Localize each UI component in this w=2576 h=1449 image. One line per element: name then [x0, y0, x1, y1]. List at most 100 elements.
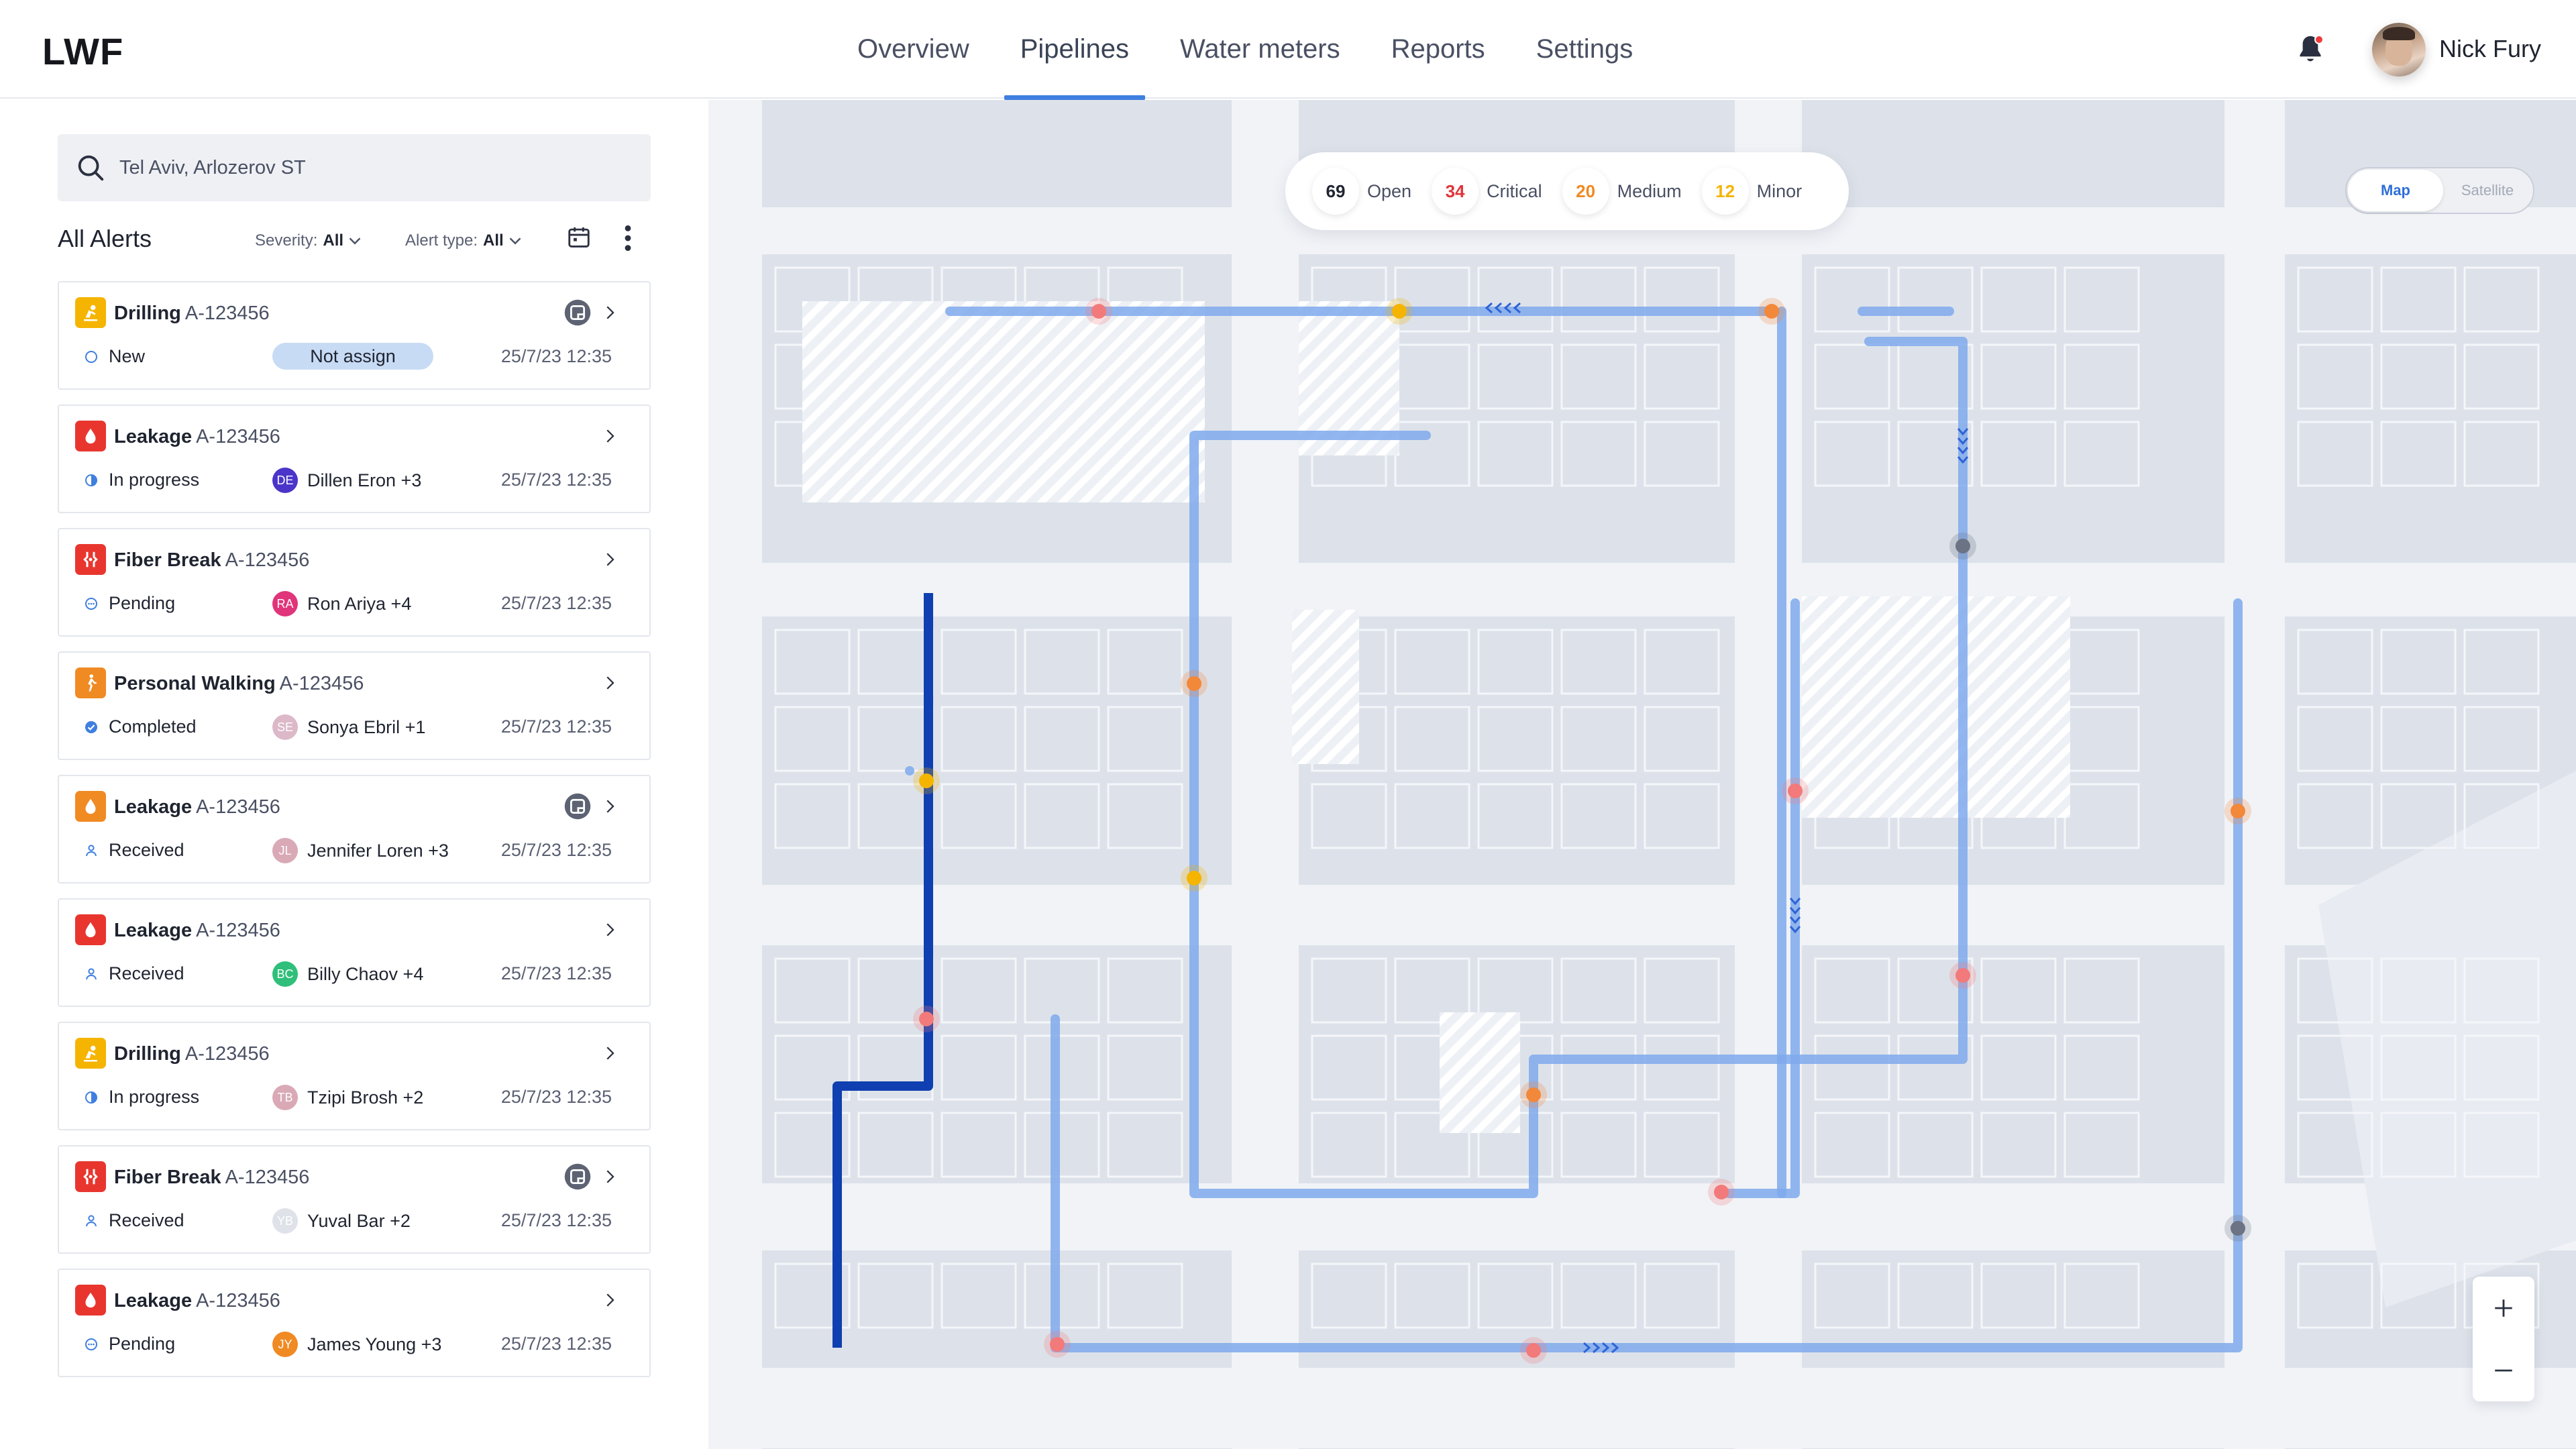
stat-minor-count: 12: [1701, 168, 1749, 215]
assignee-name: Sonya Ebril +1: [307, 716, 426, 737]
alert-card[interactable]: Leakage A-123456 In progress DE Dillen Eron …: [58, 405, 651, 513]
nav-reports[interactable]: Reports: [1366, 0, 1511, 99]
stat-medium[interactable]: 20 Medium: [1562, 168, 1682, 215]
notification-bell-icon[interactable]: [2296, 34, 2325, 66]
map-canvas[interactable]: [708, 100, 2576, 1449]
chevron-right-icon[interactable]: [600, 796, 620, 816]
minor-alert-point: [1392, 304, 1407, 319]
search-box[interactable]: [58, 134, 651, 201]
medium-alert-point: [1187, 676, 1201, 691]
alert-id: A-123456: [196, 1290, 280, 1311]
map-toggle-option[interactable]: Map: [2348, 170, 2443, 211]
nav-overview[interactable]: Overview: [832, 0, 995, 99]
alert-card[interactable]: Drilling A-123456 New Not assign 25/7/23 12:…: [58, 281, 651, 390]
map-view[interactable]: 69 Open 34 Critical 20 Medium 12 Minor M…: [708, 100, 2576, 1449]
chevron-right-icon[interactable]: [600, 1290, 620, 1310]
alert-assignee: SE Sonya Ebril +1: [272, 714, 425, 740]
alerts-sidebar: All Alerts Severity: All Alert type: All…: [0, 100, 708, 1449]
alert-id: A-123456: [184, 1043, 270, 1065]
alert-card[interactable]: Personal Walking A-123456 Completed SE Sonya…: [58, 651, 651, 760]
severity-filter-label: Severity:: [255, 231, 318, 250]
chevron-right-icon[interactable]: [600, 1043, 620, 1063]
alert-card[interactable]: Fiber Break A-123456 Pending RA Ron Ariya +4…: [58, 528, 651, 637]
more-options-icon[interactable]: [623, 223, 633, 253]
alert-assignee: YB Yuval Bar +2: [272, 1208, 411, 1234]
alert-timestamp: 25/7/23 12:35: [500, 963, 612, 983]
stat-open-count: 69: [1312, 168, 1359, 215]
alert-status-label: Received: [109, 963, 184, 983]
avatar: SE: [272, 714, 298, 740]
alert-card[interactable]: Leakage A-123456 Pending JY James Young +3 25…: [58, 1269, 651, 1377]
alert-type-filter[interactable]: Alert type: All: [405, 231, 521, 250]
construction-zone: [1292, 610, 1359, 764]
note-icon[interactable]: [564, 1163, 592, 1191]
construction-zone: [802, 301, 1205, 502]
alert-card[interactable]: Leakage A-123456 Received JL Jennifer Loren …: [58, 775, 651, 883]
alert-card[interactable]: Leakage A-123456 Received BC Billy Chaov +4 2…: [58, 898, 651, 1007]
search-icon: [78, 155, 104, 181]
nav-water-meters[interactable]: Water meters: [1155, 0, 1366, 99]
status-received-icon: [86, 967, 97, 979]
medium-alert-point: [1526, 1087, 1541, 1102]
water-drop-icon: [75, 791, 106, 822]
note-icon[interactable]: [564, 792, 592, 820]
chevron-right-icon[interactable]: [600, 549, 620, 570]
chevron-right-icon[interactable]: [600, 920, 620, 940]
water-drop-icon: [75, 421, 106, 451]
alerts-title: All Alerts: [58, 225, 152, 252]
alert-status: New: [83, 346, 145, 367]
calendar-icon[interactable]: [566, 225, 592, 250]
avatar: RA: [272, 591, 298, 616]
critical-alert-point: [919, 1012, 934, 1026]
nav-pipelines[interactable]: Pipelines: [995, 0, 1155, 100]
note-icon[interactable]: [564, 299, 592, 327]
alert-timestamp: 25/7/23 12:35: [500, 346, 612, 366]
alert-card[interactable]: Drilling A-123456 In progress TB Tzipi Brosh…: [58, 1022, 651, 1130]
avatar: YB: [272, 1208, 298, 1234]
user-avatar[interactable]: [2372, 23, 2426, 76]
stat-minor-label: Minor: [1756, 180, 1803, 201]
status-pending-icon: [85, 597, 97, 610]
nav-settings[interactable]: Settings: [1511, 0, 1659, 99]
critical-alert-point: [1526, 1343, 1541, 1358]
alert-type-label: Drilling: [114, 1043, 181, 1065]
water-drop-icon: [75, 914, 106, 945]
stat-critical[interactable]: 34 Critical: [1432, 168, 1542, 215]
status-received-icon: [86, 844, 97, 856]
construction-zone: [1440, 1012, 1520, 1133]
stat-minor[interactable]: 12 Minor: [1701, 168, 1803, 215]
alert-assignee: JY James Young +3: [272, 1332, 441, 1357]
alert-type-label: Leakage: [114, 1290, 193, 1311]
not-assigned-badge[interactable]: Not assign: [272, 343, 433, 370]
chevron-right-icon[interactable]: [600, 303, 620, 323]
search-input[interactable]: [119, 156, 629, 179]
alert-title: Personal Walking A-123456: [114, 673, 364, 695]
chevron-right-icon[interactable]: [600, 426, 620, 446]
water-drop-icon: [75, 1285, 106, 1316]
alert-type-label: Personal Walking: [114, 673, 276, 694]
alert-status: Received: [83, 1210, 184, 1231]
chevron-right-icon[interactable]: [600, 673, 620, 693]
chevron-right-icon[interactable]: [600, 1167, 620, 1187]
status-new-icon: [85, 350, 97, 363]
avatar: DE: [272, 468, 298, 493]
alert-id: A-123456: [196, 796, 280, 818]
alert-title: Leakage A-123456: [114, 796, 280, 818]
user-name[interactable]: Nick Fury: [2439, 35, 2541, 63]
alert-timestamp: 25/7/23 12:35: [500, 1087, 612, 1107]
assignee-name: James Young +3: [307, 1334, 442, 1354]
street: [708, 885, 2576, 945]
alert-title: Leakage A-123456: [114, 1290, 280, 1312]
zoom-in-button[interactable]: [2473, 1277, 2534, 1339]
alert-assignee: TB Tzipi Brosh +2: [272, 1085, 423, 1110]
severity-filter[interactable]: Severity: All: [255, 231, 361, 250]
satellite-toggle-option[interactable]: Satellite: [2440, 168, 2534, 213]
assignee-name: Tzipi Brosh +2: [307, 1087, 424, 1108]
alert-card[interactable]: Fiber Break A-123456 Received YB Yuval Bar +…: [58, 1145, 651, 1254]
stat-open[interactable]: 69 Open: [1312, 168, 1411, 215]
drilling-icon: [75, 297, 106, 328]
alert-timestamp: 25/7/23 12:35: [500, 716, 612, 737]
street: [1232, 100, 1299, 1449]
zoom-out-button[interactable]: [2473, 1339, 2534, 1401]
street: [708, 563, 2576, 616]
